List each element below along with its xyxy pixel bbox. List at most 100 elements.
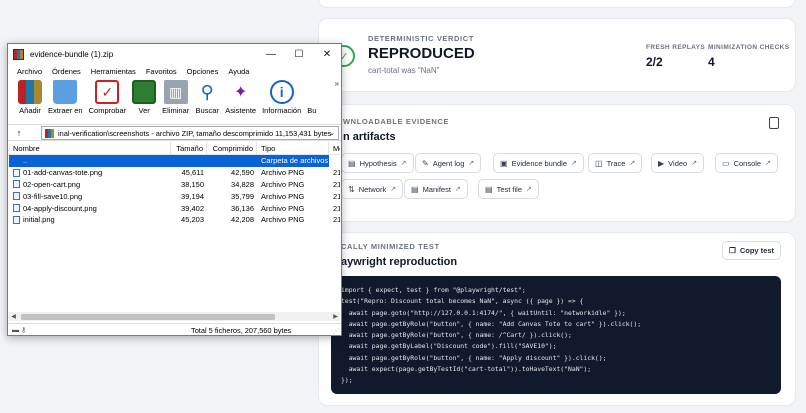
verdict-subtitle: cart-total was "NaN"	[368, 66, 440, 75]
wizard-icon: ✦	[233, 84, 248, 101]
artifact-chip-console[interactable]: ▭ Console ↗	[715, 153, 778, 173]
toolbar-overflow-icon[interactable]: »	[335, 79, 339, 88]
tool-label: Ver	[138, 106, 150, 115]
menu-ordenes[interactable]: Órdenes	[47, 67, 86, 76]
scroll-left-icon[interactable]: ◀	[9, 313, 18, 320]
tool-buscar[interactable]: ⚲ Buscar	[195, 79, 219, 116]
tool-label: Eliminar	[162, 106, 190, 115]
cell-name: 04-apply-discount.png	[23, 203, 97, 213]
network-icon: ⇅	[348, 184, 355, 194]
png-file-icon	[13, 168, 20, 177]
png-file-icon	[13, 192, 20, 201]
external-link-icon: ↗	[390, 186, 397, 193]
add-archive-icon	[18, 80, 42, 104]
code-line: test("Repro: Discount total becomes NaN"…	[341, 297, 584, 306]
menu-ayuda[interactable]: Ayuda	[223, 67, 254, 76]
cell-compressed: 42,590	[231, 168, 254, 178]
tool-extraer[interactable]: Extraer en	[48, 79, 83, 115]
cell-compressed: 36,136	[231, 203, 254, 213]
tool-buscar-virus[interactable]: Bu	[307, 79, 316, 115]
tool-ver[interactable]: Ver	[132, 79, 157, 115]
cell-modified: 21/0	[333, 191, 340, 201]
tool-label: Añadir	[19, 106, 41, 115]
tool-eliminar[interactable]: ▥ Eliminar	[162, 79, 189, 115]
code-line: await page.getByRole("button", { name: "…	[341, 319, 642, 328]
toolbar: Añadir Extraer en ✓ Comprobar Ver ▥ Elimin…	[8, 79, 341, 123]
close-button[interactable]: ✕	[313, 44, 341, 64]
cell-modified	[329, 155, 340, 167]
artifact-chip-evidence-bundle[interactable]: ▣ Evidence bundle ↗	[493, 153, 584, 173]
menu-herramientas[interactable]: Herramientas	[86, 67, 141, 76]
cell-type: Archivo PNG	[261, 168, 305, 178]
external-link-icon: ↗	[454, 186, 461, 193]
cell-type: Archivo PNG	[261, 179, 305, 189]
stat-label-replays: FRESH REPLAYS	[646, 44, 706, 51]
table-row[interactable]: 04-apply-discount.png 39,402 36,136 Arch…	[9, 202, 340, 214]
drive-key-icon[interactable]: ▬ ⚷	[12, 326, 32, 334]
table-row[interactable]: .. Carpeta de archivos	[9, 155, 340, 167]
document-icon: ▤	[411, 184, 419, 194]
menu-opciones[interactable]: Opciones	[182, 67, 224, 76]
chip-label: Network	[358, 184, 387, 194]
download-icon[interactable]	[769, 117, 779, 129]
address-field[interactable]: inal-verification\screenshots - archivo …	[41, 126, 339, 140]
cell-modified: 21/0	[333, 168, 340, 178]
address-text: inal-verification\screenshots - archivo …	[58, 128, 332, 138]
maximize-button[interactable]: ☐	[285, 44, 313, 64]
resize-grip-icon[interactable]: ⋰	[333, 328, 339, 335]
external-link-icon: ↗	[629, 160, 636, 167]
code-line: await page.getByLabel("Discount code").f…	[341, 342, 557, 351]
scroll-right-icon[interactable]: ▶	[331, 313, 340, 320]
cell-name: 02-open-cart.png	[23, 179, 81, 189]
virus-scan-icon	[308, 80, 316, 104]
chip-label: Test file	[496, 184, 522, 194]
window-title: evidence-bundle (1).zip	[30, 49, 114, 59]
table-row[interactable]: initial.png 45,203 42,208 Archivo PNG 21…	[9, 214, 340, 226]
minimize-button[interactable]: —	[257, 44, 285, 64]
column-header-modified[interactable]: Mo	[329, 142, 340, 154]
table-row[interactable]: 03-fill-save10.png 39,194 35,799 Archivo…	[9, 190, 340, 202]
column-header-type[interactable]: Tipo	[257, 142, 329, 154]
tool-comprobar[interactable]: ✓ Comprobar	[89, 79, 126, 115]
column-header-size[interactable]: Tamaño	[171, 142, 207, 154]
chip-label: Console	[733, 158, 762, 168]
artifact-chip-trace[interactable]: ◫ Trace ↗	[588, 153, 643, 173]
up-folder-button[interactable]: ↑	[8, 128, 30, 138]
external-link-icon: ↗	[765, 160, 771, 167]
tool-informacion[interactable]: i Información	[262, 79, 301, 115]
artifact-chip-network[interactable]: ⇅ Network ↗	[341, 179, 404, 199]
external-link-icon: ↗	[571, 160, 577, 167]
artifacts-overline: WNLOADABLE EVIDENCE	[343, 117, 449, 126]
chip-label: Agent log	[432, 158, 465, 168]
artifacts-card: WNLOADABLE EVIDENCE n artifacts ▤ Hypothe…	[318, 104, 796, 222]
parent-folder-icon	[13, 158, 20, 164]
agent-icon: ✎	[422, 158, 429, 168]
cell-compressed: 34,828	[231, 179, 254, 189]
title-bar[interactable]: evidence-bundle (1).zip — ☐ ✕	[8, 44, 341, 64]
menu-archivo[interactable]: Archivo	[12, 67, 47, 76]
tool-asistente[interactable]: ✦ Asistente	[225, 79, 256, 115]
chevron-down-icon[interactable]: ⌄	[329, 129, 335, 137]
artifact-chip-agent-log[interactable]: ✎ Agent log ↗	[415, 153, 482, 173]
cell-compressed: 42,208	[231, 215, 254, 225]
artifact-chip-hypothesis[interactable]: ▤ Hypothesis ↗	[341, 153, 414, 173]
document-icon: ▤	[485, 184, 493, 194]
column-header-compressed[interactable]: Comprimido	[207, 142, 257, 154]
table-row[interactable]: 01-add-canvas-tote.png 45,611 42,590 Arc…	[9, 167, 340, 179]
artifact-chip-manifest[interactable]: ▤ Manifest ↗	[404, 179, 468, 199]
artifact-chip-test-file[interactable]: ▤ Test file ↗	[478, 179, 539, 199]
tool-anadir[interactable]: Añadir	[18, 79, 42, 115]
horizontal-scrollbar[interactable]: ◀ ▶	[9, 312, 340, 321]
archive-icon: ▣	[500, 158, 508, 168]
column-header-name[interactable]: Nombre	[9, 142, 171, 154]
scrollbar-thumb[interactable]	[21, 313, 275, 320]
copy-icon: ❐	[729, 246, 736, 255]
menu-favoritos[interactable]: Favoritos	[141, 67, 182, 76]
table-row[interactable]: 02-open-cart.png 38,150 34,828 Archivo P…	[9, 179, 340, 191]
code-line: await page.getByRole("button", { name: "…	[341, 353, 607, 362]
copy-test-button[interactable]: ❐ Copy test	[722, 241, 781, 260]
artifact-chip-video[interactable]: ▶ Video ↗	[651, 153, 705, 173]
cell-modified: 21/0	[333, 215, 340, 225]
status-text: Total 5 ficheros, 207,560 bytes	[191, 325, 292, 335]
info-icon: i	[269, 80, 294, 104]
